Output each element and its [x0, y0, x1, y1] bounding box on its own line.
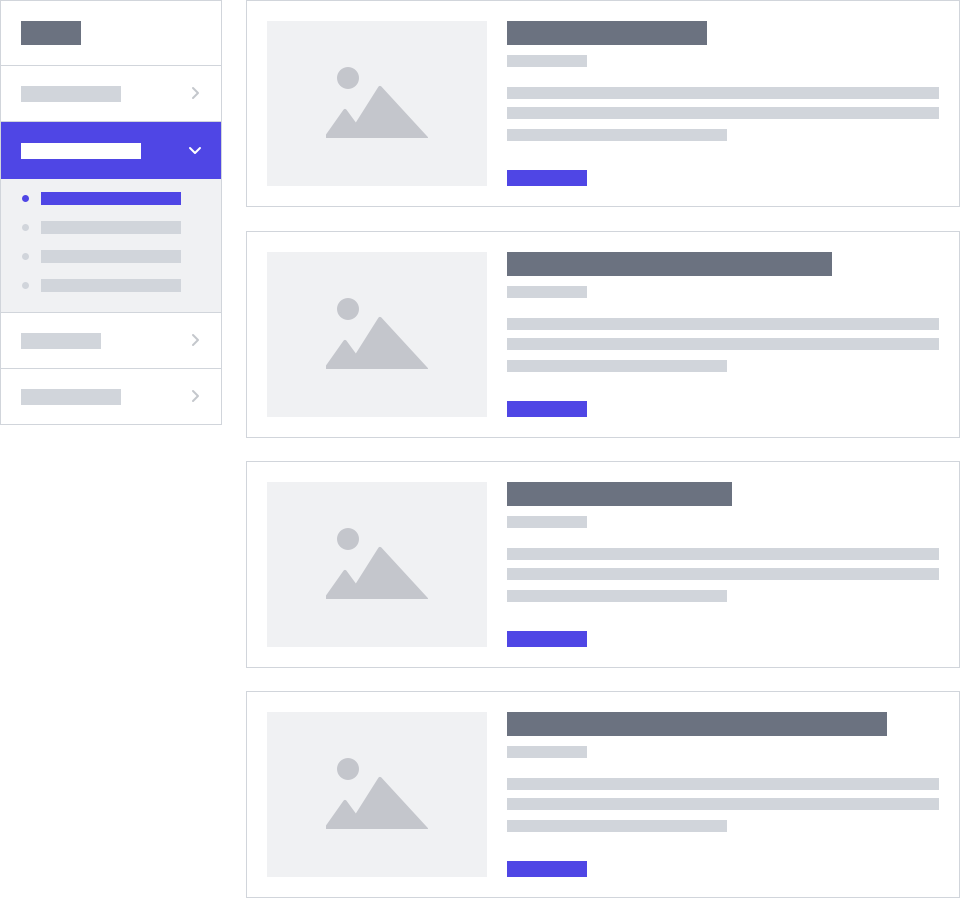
card-image	[267, 252, 487, 417]
submenu-item-2[interactable]	[1, 214, 221, 243]
submenu-item-1[interactable]	[1, 185, 221, 214]
card-image	[267, 482, 487, 647]
submenu-item-label	[41, 250, 181, 263]
content-card	[246, 231, 960, 438]
content-card	[246, 691, 960, 898]
card-title	[507, 482, 732, 506]
card-action-button[interactable]	[507, 401, 587, 417]
card-text-line	[507, 568, 939, 580]
submenu-item-label	[41, 279, 181, 292]
sidebar-item-label	[21, 143, 141, 159]
bullet-icon	[22, 195, 29, 202]
card-meta	[507, 55, 587, 67]
image-placeholder-icon	[326, 298, 428, 369]
card-text-line	[507, 548, 939, 560]
bullet-icon	[22, 282, 29, 289]
card-text-line	[507, 778, 939, 790]
sidebar-item-label	[21, 389, 121, 405]
card-text-line	[507, 87, 939, 99]
card-title	[507, 712, 887, 736]
sidebar-submenu	[1, 179, 221, 313]
sidebar-item-label	[21, 86, 121, 102]
chevron-right-icon	[192, 334, 199, 346]
bullet-icon	[22, 224, 29, 231]
card-meta	[507, 286, 587, 298]
card-text-line	[507, 129, 727, 141]
sidebar-item-2[interactable]	[1, 122, 221, 179]
image-placeholder-icon	[326, 528, 428, 599]
sidebar-item-3[interactable]	[1, 313, 221, 369]
chevron-down-icon	[189, 147, 201, 154]
sidebar-item-4[interactable]	[1, 369, 221, 424]
image-placeholder-icon	[326, 758, 428, 829]
card-text-line	[507, 798, 939, 810]
brand-logo[interactable]	[21, 21, 81, 45]
card-meta	[507, 516, 587, 528]
sidebar-item-1[interactable]	[1, 66, 221, 122]
card-text-line	[507, 338, 939, 350]
submenu-item-label	[41, 192, 181, 205]
card-title	[507, 21, 707, 45]
chevron-right-icon	[192, 390, 199, 402]
bullet-icon	[22, 253, 29, 260]
card-text-line	[507, 360, 727, 372]
submenu-item-label	[41, 221, 181, 234]
submenu-item-4[interactable]	[1, 272, 221, 301]
card-text-line	[507, 107, 939, 119]
card-action-button[interactable]	[507, 861, 587, 877]
content-card	[246, 461, 960, 668]
card-image	[267, 21, 487, 186]
chevron-right-icon	[192, 87, 199, 99]
sidebar-header	[1, 1, 221, 66]
card-text-line	[507, 318, 939, 330]
card-meta	[507, 746, 587, 758]
sidebar-item-label	[21, 333, 101, 349]
sidebar-nav	[0, 0, 222, 425]
submenu-item-3[interactable]	[1, 243, 221, 272]
content-card	[246, 0, 960, 207]
card-text-line	[507, 590, 727, 602]
card-image	[267, 712, 487, 877]
card-title	[507, 252, 832, 276]
card-action-button[interactable]	[507, 170, 587, 186]
card-text-line	[507, 820, 727, 832]
image-placeholder-icon	[326, 67, 428, 138]
card-action-button[interactable]	[507, 631, 587, 647]
